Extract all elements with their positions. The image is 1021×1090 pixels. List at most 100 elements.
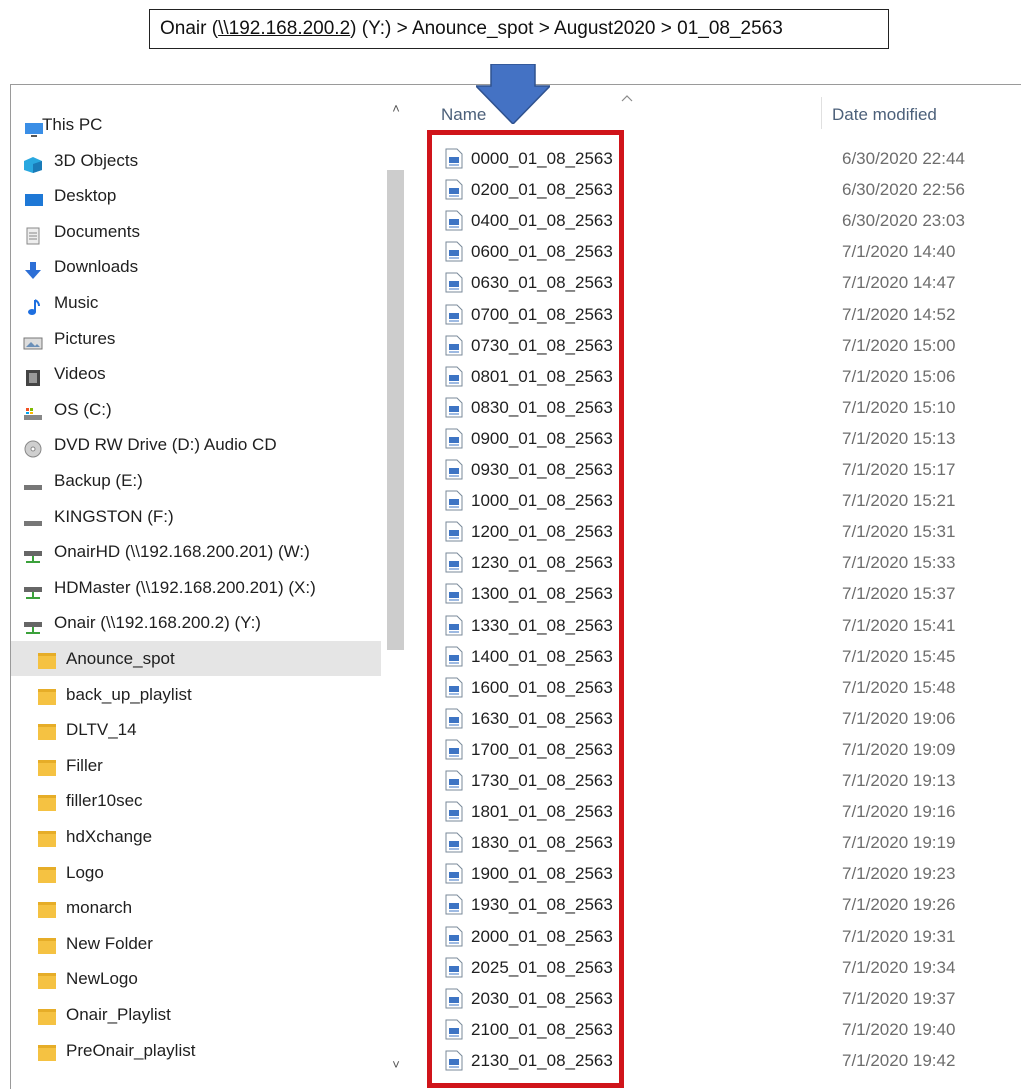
nav-item[interactable]: Documents xyxy=(11,214,381,249)
file-row[interactable]: 1300_01_08_2563 7/1/2020 15:37 xyxy=(445,578,965,609)
breadcrumb-separator: > xyxy=(533,18,555,39)
file-name: 2000_01_08_2563 xyxy=(471,926,613,946)
file-row[interactable]: 1000_01_08_2563 7/1/2020 15:21 xyxy=(445,485,965,516)
file-row[interactable]: 0730_01_08_2563 7/1/2020 15:00 xyxy=(445,330,965,361)
down-arrow-icon xyxy=(476,64,550,124)
nav-item-label: Downloads xyxy=(54,257,139,277)
file-row[interactable]: 2100_01_08_2563 7/1/2020 19:40 xyxy=(445,1014,965,1045)
document-file-icon xyxy=(445,615,463,636)
nav-item[interactable]: back_up_playlist xyxy=(11,677,381,712)
nav-item[interactable]: NewLogo xyxy=(11,961,381,996)
file-row[interactable]: 1801_01_08_2563 7/1/2020 19:16 xyxy=(445,796,965,827)
breadcrumb-unc: \\192.168.200.2 xyxy=(218,18,351,39)
navigation-scrollbar[interactable]: ˄ ˅ xyxy=(384,85,408,1090)
file-row[interactable]: 1830_01_08_2563 7/1/2020 19:19 xyxy=(445,827,965,858)
file-row[interactable]: 0930_01_08_2563 7/1/2020 15:17 xyxy=(445,454,965,485)
nav-item[interactable]: OnairHD (\\192.168.200.201) (W:) xyxy=(11,534,381,569)
nav-item[interactable]: Music xyxy=(11,285,381,320)
file-row[interactable]: 1200_01_08_2563 7/1/2020 15:31 xyxy=(445,516,965,547)
file-row[interactable]: 1700_01_08_2563 7/1/2020 19:09 xyxy=(445,734,965,765)
sort-caret-shape xyxy=(621,95,633,102)
file-row[interactable]: 0630_01_08_2563 7/1/2020 14:47 xyxy=(445,267,965,298)
file-date-modified: 7/1/2020 15:48 xyxy=(842,677,956,697)
scrollbar-thumb[interactable] xyxy=(387,170,404,650)
nav-item[interactable]: OS (C:) xyxy=(11,392,381,427)
file-row[interactable]: 0830_01_08_2563 7/1/2020 15:10 xyxy=(445,392,965,423)
file-row[interactable]: 1630_01_08_2563 7/1/2020 19:06 xyxy=(445,703,965,734)
nav-item[interactable]: Desktop xyxy=(11,178,381,213)
file-date-modified: 7/1/2020 15:41 xyxy=(842,615,956,635)
nav-item[interactable]: filler10sec xyxy=(11,783,381,818)
file-row[interactable]: 0700_01_08_2563 7/1/2020 14:52 xyxy=(445,299,965,330)
nav-item[interactable]: 3D Objects xyxy=(11,143,381,178)
file-row[interactable]: 1400_01_08_2563 7/1/2020 15:45 xyxy=(445,641,965,672)
nav-item[interactable]: PreOnair_playlist xyxy=(11,1033,381,1068)
nav-item[interactable]: DLTV_14 xyxy=(11,712,381,747)
file-date-modified: 7/1/2020 15:31 xyxy=(842,522,956,542)
column-header-date-modified[interactable]: Date modified xyxy=(832,105,937,125)
file-row[interactable]: 2000_01_08_2563 7/1/2020 19:31 xyxy=(445,921,965,952)
nav-item[interactable]: Backup (E:) xyxy=(11,463,381,498)
file-row[interactable]: 0400_01_08_2563 6/30/2020 23:03 xyxy=(445,205,965,236)
file-name: 1730_01_08_2563 xyxy=(471,771,613,790)
nav-item-label: Logo xyxy=(66,862,104,882)
file-row[interactable]: 1930_01_08_2563 7/1/2020 19:26 xyxy=(445,889,965,920)
file-date-modified: 6/30/2020 22:44 xyxy=(842,149,965,168)
file-row[interactable]: 1900_01_08_2563 7/1/2020 19:23 xyxy=(445,858,965,889)
nav-item-label: DVD RW Drive (D:) Audio CD xyxy=(54,435,277,455)
file-name: 0000_01_08_2563 xyxy=(471,149,613,168)
file-name: 0801_01_08_2563 xyxy=(471,366,613,386)
file-date-modified: 7/1/2020 14:47 xyxy=(842,273,956,293)
file-row[interactable]: 1330_01_08_2563 7/1/2020 15:41 xyxy=(445,610,965,641)
file-date-modified: 7/1/2020 15:00 xyxy=(842,335,956,355)
file-date-modified: 6/30/2020 23:03 xyxy=(842,211,965,231)
nav-item[interactable]: New Folder xyxy=(11,926,381,961)
file-row[interactable]: 0200_01_08_2563 6/30/2020 22:56 xyxy=(445,174,965,205)
document-file-icon xyxy=(445,677,463,698)
file-row[interactable]: 1230_01_08_2563 7/1/2020 15:33 xyxy=(445,547,965,578)
file-name: 0600_01_08_2563 xyxy=(471,242,613,262)
nav-item[interactable]: Logo xyxy=(11,855,381,890)
nav-item[interactable]: Anounce_spot xyxy=(11,641,381,676)
document-file-icon xyxy=(445,988,463,1009)
nav-item-label: back_up_playlist xyxy=(66,684,192,704)
breadcrumb-separator: > xyxy=(391,18,412,39)
file-row[interactable]: 1600_01_08_2563 7/1/2020 15:48 xyxy=(445,672,965,703)
nav-item[interactable]: hdXchange xyxy=(11,819,381,854)
file-row[interactable]: 0600_01_08_2563 7/1/2020 14:40 xyxy=(445,236,965,267)
folder-icon xyxy=(37,825,57,847)
nav-item[interactable]: Onair (\\192.168.200.2) (Y:) xyxy=(11,605,381,640)
down-arrow-shape xyxy=(476,64,550,124)
file-date-modified: 7/1/2020 19:23 xyxy=(842,864,956,884)
nav-item[interactable]: Filler xyxy=(11,748,381,783)
nav-item[interactable]: Videos xyxy=(11,356,381,391)
nav-item[interactable]: monarch xyxy=(11,890,381,925)
desktop-icon xyxy=(23,186,43,207)
file-row[interactable]: 2025_01_08_2563 7/1/2020 19:34 xyxy=(445,952,965,983)
network-drive-icon xyxy=(23,578,43,599)
file-name: 2100_01_08_2563 xyxy=(471,1019,613,1039)
nav-item-label: monarch xyxy=(66,898,133,918)
file-name: 0400_01_08_2563 xyxy=(471,211,613,231)
nav-item[interactable]: DVD RW Drive (D:) Audio CD xyxy=(11,427,381,462)
nav-item[interactable]: Onair_Playlist xyxy=(11,997,381,1032)
scroll-down-icon[interactable]: ˅ xyxy=(384,1055,408,1075)
file-row[interactable]: 0801_01_08_2563 7/1/2020 15:06 xyxy=(445,361,965,392)
document-file-icon xyxy=(445,863,463,884)
document-file-icon xyxy=(445,304,463,325)
file-row[interactable]: 2030_01_08_2563 7/1/2020 19:37 xyxy=(445,983,965,1014)
nav-item[interactable]: KINGSTON (F:) xyxy=(11,499,381,534)
folder-icon xyxy=(37,789,57,812)
nav-item[interactable]: Pictures xyxy=(11,321,381,356)
file-row[interactable]: 0900_01_08_2563 7/1/2020 15:13 xyxy=(445,423,965,454)
document-file-icon xyxy=(445,179,463,200)
nav-item[interactable]: This PC xyxy=(11,107,381,142)
file-row[interactable]: 0000_01_08_2563 6/30/2020 22:44 xyxy=(445,143,965,174)
nav-item[interactable]: Downloads xyxy=(11,249,381,284)
scroll-up-icon[interactable]: ˄ xyxy=(384,99,408,119)
column-divider[interactable] xyxy=(821,97,822,129)
file-row[interactable]: 1730_01_08_2563 7/1/2020 19:13 xyxy=(445,765,965,796)
nav-item[interactable]: HDMaster (\\192.168.200.201) (X:) xyxy=(11,570,381,605)
file-row[interactable]: 2130_01_08_2563 7/1/2020 19:42 xyxy=(445,1045,965,1076)
document-file-icon xyxy=(445,1050,463,1071)
